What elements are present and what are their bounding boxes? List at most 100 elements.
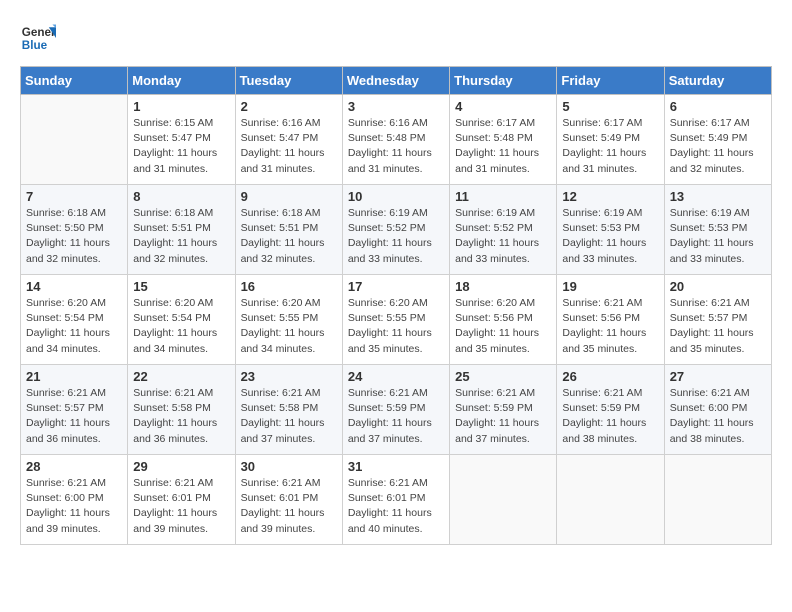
calendar-cell (557, 455, 664, 545)
day-info: Sunrise: 6:21 AM Sunset: 5:58 PM Dayligh… (241, 386, 337, 447)
day-info: Sunrise: 6:20 AM Sunset: 5:55 PM Dayligh… (348, 296, 444, 357)
day-info: Sunrise: 6:20 AM Sunset: 5:55 PM Dayligh… (241, 296, 337, 357)
calendar-cell: 24 Sunrise: 6:21 AM Sunset: 5:59 PM Dayli… (342, 365, 449, 455)
day-number: 18 (455, 279, 551, 294)
calendar-cell: 21 Sunrise: 6:21 AM Sunset: 5:57 PM Dayli… (21, 365, 128, 455)
day-number: 19 (562, 279, 658, 294)
logo-icon: General Blue (20, 20, 56, 56)
day-info: Sunrise: 6:18 AM Sunset: 5:51 PM Dayligh… (241, 206, 337, 267)
day-number: 13 (670, 189, 766, 204)
calendar-cell: 22 Sunrise: 6:21 AM Sunset: 5:58 PM Dayli… (128, 365, 235, 455)
day-info: Sunrise: 6:19 AM Sunset: 5:53 PM Dayligh… (562, 206, 658, 267)
calendar-week-row: 14 Sunrise: 6:20 AM Sunset: 5:54 PM Dayli… (21, 275, 772, 365)
day-number: 6 (670, 99, 766, 114)
calendar-cell: 17 Sunrise: 6:20 AM Sunset: 5:55 PM Dayli… (342, 275, 449, 365)
calendar-cell: 25 Sunrise: 6:21 AM Sunset: 5:59 PM Dayli… (450, 365, 557, 455)
calendar-header-row: SundayMondayTuesdayWednesdayThursdayFrid… (21, 67, 772, 95)
day-number: 21 (26, 369, 122, 384)
calendar-week-row: 7 Sunrise: 6:18 AM Sunset: 5:50 PM Daylig… (21, 185, 772, 275)
day-number: 10 (348, 189, 444, 204)
day-info: Sunrise: 6:15 AM Sunset: 5:47 PM Dayligh… (133, 116, 229, 177)
logo: General Blue (20, 20, 56, 56)
day-number: 15 (133, 279, 229, 294)
calendar-cell: 29 Sunrise: 6:21 AM Sunset: 6:01 PM Dayli… (128, 455, 235, 545)
calendar-cell: 30 Sunrise: 6:21 AM Sunset: 6:01 PM Dayli… (235, 455, 342, 545)
calendar-cell (450, 455, 557, 545)
day-number: 26 (562, 369, 658, 384)
calendar-cell: 14Sunrise: 6:20 AM Sunset: 5:54 PM Dayli… (21, 275, 128, 365)
day-info: Sunrise: 6:21 AM Sunset: 5:58 PM Dayligh… (133, 386, 229, 447)
day-number: 22 (133, 369, 229, 384)
day-number: 5 (562, 99, 658, 114)
day-number: 14 (26, 279, 122, 294)
day-number: 25 (455, 369, 551, 384)
column-header-saturday: Saturday (664, 67, 771, 95)
day-info: Sunrise: 6:16 AM Sunset: 5:47 PM Dayligh… (241, 116, 337, 177)
day-info: Sunrise: 6:21 AM Sunset: 5:59 PM Dayligh… (455, 386, 551, 447)
day-info: Sunrise: 6:18 AM Sunset: 5:51 PM Dayligh… (133, 206, 229, 267)
day-number: 1 (133, 99, 229, 114)
day-number: 29 (133, 459, 229, 474)
day-number: 4 (455, 99, 551, 114)
day-info: Sunrise: 6:19 AM Sunset: 5:52 PM Dayligh… (348, 206, 444, 267)
calendar-week-row: 28Sunrise: 6:21 AM Sunset: 6:00 PM Dayli… (21, 455, 772, 545)
day-info: Sunrise: 6:18 AM Sunset: 5:50 PM Dayligh… (26, 206, 122, 267)
column-header-sunday: Sunday (21, 67, 128, 95)
day-info: Sunrise: 6:21 AM Sunset: 6:01 PM Dayligh… (241, 476, 337, 537)
calendar-cell: 11 Sunrise: 6:19 AM Sunset: 5:52 PM Dayli… (450, 185, 557, 275)
calendar-cell: 8 Sunrise: 6:18 AM Sunset: 5:51 PM Daylig… (128, 185, 235, 275)
calendar-week-row: 21 Sunrise: 6:21 AM Sunset: 5:57 PM Dayli… (21, 365, 772, 455)
day-number: 2 (241, 99, 337, 114)
calendar-cell: 18Sunrise: 6:20 AM Sunset: 5:56 PM Dayli… (450, 275, 557, 365)
column-header-thursday: Thursday (450, 67, 557, 95)
day-info: Sunrise: 6:21 AM Sunset: 6:01 PM Dayligh… (133, 476, 229, 537)
column-header-wednesday: Wednesday (342, 67, 449, 95)
day-info: Sunrise: 6:21 AM Sunset: 6:01 PM Dayligh… (348, 476, 444, 537)
calendar-cell: 13 Sunrise: 6:19 AM Sunset: 5:53 PM Dayli… (664, 185, 771, 275)
day-info: Sunrise: 6:21 AM Sunset: 5:59 PM Dayligh… (348, 386, 444, 447)
day-number: 28 (26, 459, 122, 474)
calendar-cell: 23 Sunrise: 6:21 AM Sunset: 5:58 PM Dayli… (235, 365, 342, 455)
column-header-friday: Friday (557, 67, 664, 95)
day-number: 12 (562, 189, 658, 204)
day-info: Sunrise: 6:20 AM Sunset: 5:54 PM Dayligh… (133, 296, 229, 357)
calendar-cell: 2 Sunrise: 6:16 AM Sunset: 5:47 PM Daylig… (235, 95, 342, 185)
day-number: 23 (241, 369, 337, 384)
day-info: Sunrise: 6:21 AM Sunset: 5:57 PM Dayligh… (670, 296, 766, 357)
calendar-cell: 28Sunrise: 6:21 AM Sunset: 6:00 PM Dayli… (21, 455, 128, 545)
day-info: Sunrise: 6:21 AM Sunset: 6:00 PM Dayligh… (670, 386, 766, 447)
calendar-cell: 19 Sunrise: 6:21 AM Sunset: 5:56 PM Dayli… (557, 275, 664, 365)
day-info: Sunrise: 6:16 AM Sunset: 5:48 PM Dayligh… (348, 116, 444, 177)
day-number: 31 (348, 459, 444, 474)
day-number: 7 (26, 189, 122, 204)
day-number: 17 (348, 279, 444, 294)
svg-text:Blue: Blue (22, 39, 48, 52)
day-number: 27 (670, 369, 766, 384)
calendar-cell (664, 455, 771, 545)
day-info: Sunrise: 6:17 AM Sunset: 5:49 PM Dayligh… (562, 116, 658, 177)
day-info: Sunrise: 6:17 AM Sunset: 5:49 PM Dayligh… (670, 116, 766, 177)
day-info: Sunrise: 6:19 AM Sunset: 5:52 PM Dayligh… (455, 206, 551, 267)
calendar-cell: 10 Sunrise: 6:19 AM Sunset: 5:52 PM Dayli… (342, 185, 449, 275)
day-number: 24 (348, 369, 444, 384)
calendar-cell: 9 Sunrise: 6:18 AM Sunset: 5:51 PM Daylig… (235, 185, 342, 275)
day-number: 11 (455, 189, 551, 204)
day-number: 9 (241, 189, 337, 204)
calendar-cell: 7 Sunrise: 6:18 AM Sunset: 5:50 PM Daylig… (21, 185, 128, 275)
calendar-week-row: 1 Sunrise: 6:15 AM Sunset: 5:47 PM Daylig… (21, 95, 772, 185)
calendar-cell: 15 Sunrise: 6:20 AM Sunset: 5:54 PM Dayli… (128, 275, 235, 365)
day-info: Sunrise: 6:21 AM Sunset: 5:57 PM Dayligh… (26, 386, 122, 447)
day-number: 8 (133, 189, 229, 204)
calendar-cell: 27 Sunrise: 6:21 AM Sunset: 6:00 PM Dayli… (664, 365, 771, 455)
calendar-cell: 20 Sunrise: 6:21 AM Sunset: 5:57 PM Dayli… (664, 275, 771, 365)
day-info: Sunrise: 6:17 AM Sunset: 5:48 PM Dayligh… (455, 116, 551, 177)
calendar-cell: 16Sunrise: 6:20 AM Sunset: 5:55 PM Dayli… (235, 275, 342, 365)
calendar-cell: 26Sunrise: 6:21 AM Sunset: 5:59 PM Dayli… (557, 365, 664, 455)
column-header-tuesday: Tuesday (235, 67, 342, 95)
calendar-cell: 5 Sunrise: 6:17 AM Sunset: 5:49 PM Daylig… (557, 95, 664, 185)
day-number: 20 (670, 279, 766, 294)
day-number: 30 (241, 459, 337, 474)
calendar-cell: 4 Sunrise: 6:17 AM Sunset: 5:48 PM Daylig… (450, 95, 557, 185)
day-info: Sunrise: 6:21 AM Sunset: 5:56 PM Dayligh… (562, 296, 658, 357)
day-info: Sunrise: 6:19 AM Sunset: 5:53 PM Dayligh… (670, 206, 766, 267)
